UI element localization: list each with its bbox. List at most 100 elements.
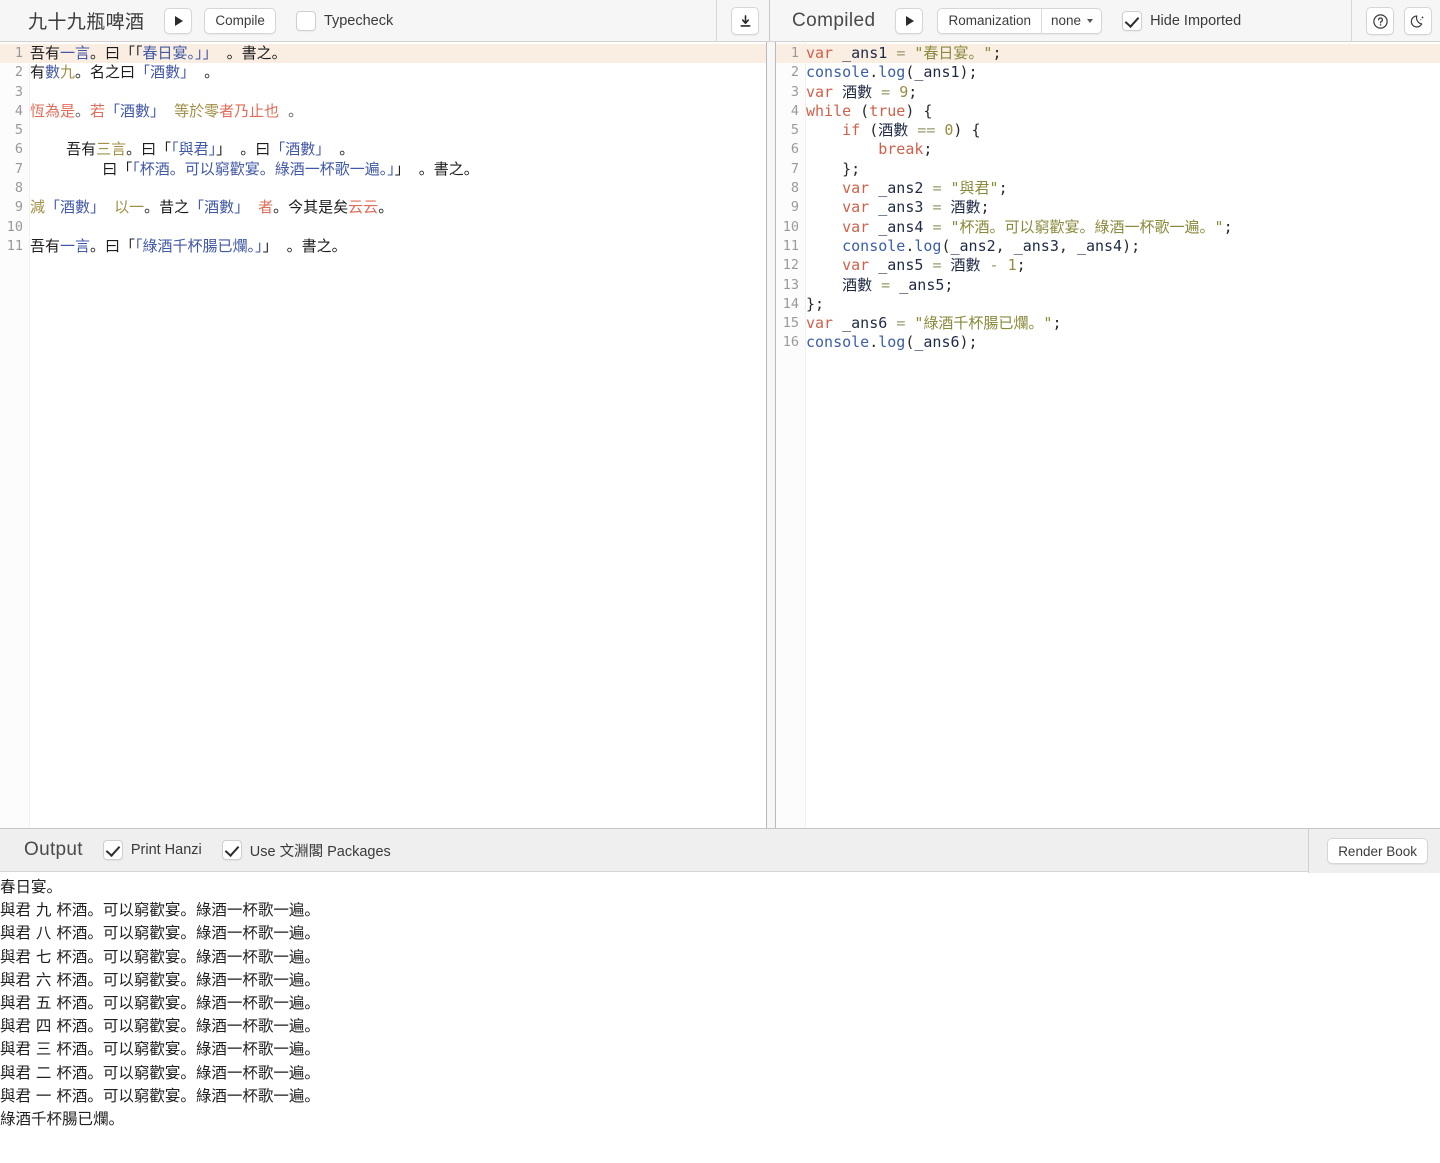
typecheck-checkbox[interactable]: Typecheck — [295, 10, 393, 31]
code-line[interactable]: 5 — [0, 121, 766, 140]
code-line[interactable]: 8 var _ans2 = "與君"; — [776, 179, 1440, 198]
code-token: ; — [944, 275, 954, 294]
line-number: 6 — [790, 141, 799, 158]
run-compiled-button[interactable] — [895, 7, 924, 34]
code-line-text: console.log(_ans2, _ans3, _ans4); — [806, 237, 1440, 256]
print-hanzi-checkbox[interactable]: Print Hanzi — [102, 840, 202, 860]
code-line-text: }; — [806, 295, 1440, 314]
typecheck-checkbox-box[interactable] — [295, 10, 316, 31]
code-line-text: if (酒數 == 0) { — [806, 121, 1440, 140]
code-token: break — [878, 140, 924, 159]
code-line[interactable]: 6 break; — [776, 140, 1440, 159]
render-book-button[interactable]: Render Book — [1327, 838, 1428, 864]
romanization-select[interactable]: Romanization none — [937, 7, 1103, 34]
code-line[interactable]: 1 var _ans1 = "春日宴。"; — [776, 44, 1440, 64]
code-token: 「酒數」 — [270, 140, 331, 159]
line-number: 11 — [782, 237, 799, 254]
code-line[interactable]: 4 恆為是。若「酒數」 等於零者乃止也 。 — [0, 102, 766, 121]
use-packages-checkbox[interactable]: Use 文淵閣 Packages — [221, 840, 391, 861]
code-token: 酒數 — [950, 198, 981, 217]
code-token: 吾有 — [30, 236, 61, 255]
code-token: == — [917, 121, 936, 140]
code-line[interactable]: 6 吾有三言。曰「「與君」」 。曰「酒數」 。 — [0, 140, 766, 159]
line-number: 5 — [790, 122, 799, 139]
hide-imported-checkbox-box[interactable] — [1122, 10, 1143, 31]
dark-mode-button[interactable] — [1404, 7, 1432, 35]
code-token: ) { — [953, 121, 981, 140]
code-line[interactable]: 16 console.log(_ans6); — [776, 333, 1440, 352]
code-token: 。曰「「 — [90, 44, 143, 62]
code-line[interactable]: 7 曰「「杯酒。可以窮歡宴。綠酒一杯歌一遍。」」 。書之。 — [0, 160, 766, 179]
source-code-area[interactable]: 1 吾有一言。曰「「春日宴。」」 。書之。 2 有數九。名之曰「酒數」 。 3 4 恆為是。… — [0, 42, 766, 256]
compiled-pane-toolbar: Compiled Romanization none Hide Imported — [770, 0, 1440, 42]
code-line[interactable]: 9 減「酒數」 以一。昔之「酒數」 者。今其是矣云云。 — [0, 198, 766, 217]
code-token: _ans1 — [914, 63, 960, 82]
code-line[interactable]: 15 var _ans6 = "綠酒千杯腸已爛。"; — [776, 314, 1440, 333]
code-token: _ans2 — [950, 236, 996, 255]
code-token: 「酒數」 — [189, 198, 250, 217]
help-button[interactable] — [1366, 7, 1394, 35]
source-editor-pane[interactable]: 1 吾有一言。曰「「春日宴。」」 。書之。 2 有數九。名之曰「酒數」 。 3 4 恆為是。… — [0, 42, 766, 828]
code-token: = — [881, 82, 891, 101]
code-line[interactable]: 14}; — [776, 295, 1440, 314]
code-token: "杯酒。可以窮歡宴。綠酒一杯歌一遍。" — [950, 217, 1224, 236]
code-line[interactable]: 10 — [0, 218, 766, 237]
code-token: _ans5 — [878, 256, 924, 275]
code-line[interactable]: 3 var 酒數 = 9; — [776, 83, 1440, 102]
compiled-pane-title: Compiled — [792, 9, 876, 31]
code-line[interactable]: 13 酒數 = _ans5; — [776, 276, 1440, 295]
code-line[interactable]: 1 吾有一言。曰「「春日宴。」」 。書之。 — [0, 44, 766, 64]
code-line-text: var _ans6 = "綠酒千杯腸已爛。"; — [806, 314, 1440, 333]
run-source-button[interactable] — [164, 7, 193, 34]
compile-button[interactable]: Compile — [204, 7, 276, 34]
code-token: 。曰「 — [126, 140, 172, 159]
code-line[interactable]: 4 while (true) { — [776, 102, 1440, 121]
question-circle-icon — [1372, 13, 1388, 29]
download-button[interactable] — [731, 7, 759, 35]
code-token: 「綠酒千杯腸已爛。」 — [135, 236, 263, 255]
line-number: 8 — [790, 180, 799, 197]
line-number: 1 — [790, 45, 799, 61]
line-number: 6 — [14, 141, 23, 158]
code-line-text: 有數九。名之曰「酒數」 。 — [30, 63, 766, 82]
code-token: true — [869, 101, 906, 120]
output-line: 與君 三 杯酒。可以窮歡宴。綠酒一杯歌一遍。 — [0, 1040, 320, 1059]
code-token: _ans4 — [1076, 236, 1123, 255]
code-token: 。曰「 — [90, 236, 136, 255]
romanization-value[interactable]: none — [1042, 9, 1101, 33]
code-token: _ans1 — [842, 44, 888, 62]
code-line[interactable]: 5 if (酒數 == 0) { — [776, 121, 1440, 140]
code-line[interactable]: 11 console.log(_ans2, _ans3, _ans4); — [776, 237, 1440, 256]
code-line[interactable]: 11 吾有一言。曰「「綠酒千杯腸已爛。」」 。書之。 — [0, 237, 766, 256]
compiled-editor-pane[interactable]: 1 var _ans1 = "春日宴。"; 2 console.log(_ans1);… — [776, 42, 1440, 828]
code-token: ( — [851, 101, 870, 120]
code-line[interactable]: 9 var _ans3 = 酒數; — [776, 198, 1440, 217]
code-line[interactable]: 7 }; — [776, 160, 1440, 179]
code-token: , — [995, 236, 1014, 255]
code-token: 。 — [279, 101, 304, 120]
code-line[interactable]: 2 有數九。名之曰「酒數」 。 — [0, 63, 766, 82]
code-token: var — [806, 314, 834, 333]
hide-imported-checkbox[interactable]: Hide Imported — [1122, 10, 1241, 31]
pane-splitter[interactable] — [766, 42, 776, 828]
compiled-code-area[interactable]: 1 var _ans1 = "春日宴。"; 2 console.log(_ans1);… — [776, 42, 1440, 353]
code-line[interactable]: 10 var _ans4 = "杯酒。可以窮歡宴。綠酒一杯歌一遍。"; — [776, 218, 1440, 237]
code-line[interactable]: 2 console.log(_ans1); — [776, 63, 1440, 82]
use-packages-checkbox-box[interactable] — [221, 840, 242, 860]
code-line[interactable]: 8 — [0, 179, 766, 198]
code-token: , — [1058, 236, 1077, 255]
print-hanzi-checkbox-box[interactable] — [102, 840, 123, 860]
code-line[interactable]: 12 var _ans5 = 酒數 - 1; — [776, 256, 1440, 275]
code-token: ); — [959, 333, 978, 352]
print-hanzi-label: Print Hanzi — [130, 842, 202, 858]
code-token: 「與君」 — [171, 140, 217, 159]
code-line[interactable]: 3 — [0, 83, 766, 102]
code-token: 。名之曰 — [75, 63, 136, 82]
code-token: 」 。書之。 — [262, 236, 347, 255]
